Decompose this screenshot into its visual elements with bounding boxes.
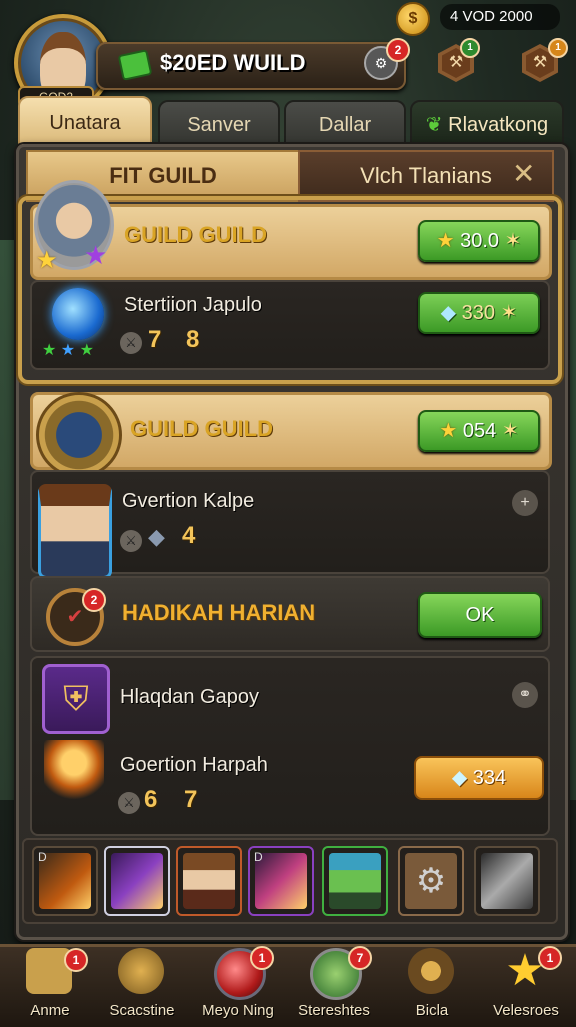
nav-anme-label: Anme (30, 1002, 70, 1019)
item-value-button-4[interactable]: ◆ 334 (414, 756, 544, 800)
gear-icon: ⚙ (405, 853, 457, 909)
item-name-4: Goertion Harpah (120, 754, 268, 776)
stat-icon: ⚔ (118, 792, 140, 814)
scroll-icon (481, 853, 533, 909)
tab-unatara[interactable]: Unatara (18, 96, 152, 150)
slot-4[interactable]: D (248, 846, 314, 916)
hex-badge-left: 1 (460, 38, 480, 58)
quest-ok-button[interactable]: OK (418, 592, 542, 638)
item-value-button-1[interactable]: ◆ 330 ✶ (418, 292, 540, 334)
nav-scacstine[interactable]: Scacstine (100, 946, 184, 1022)
hero-portrait-icon (38, 484, 112, 579)
torch-icon (44, 740, 104, 816)
star-icon: ★ (36, 247, 58, 274)
guild-reward-button-1[interactable]: ★ 30.0 ✶ (418, 220, 540, 262)
star-icon: ★ (439, 420, 463, 442)
slot-7[interactable] (474, 846, 540, 916)
item4-stat-a: 6 (144, 786, 158, 813)
nav-stereshtes-label: Stereshtes (298, 1002, 370, 1019)
nav-scacstine-label: Scacstine (109, 1002, 175, 1019)
slot-5[interactable] (322, 846, 388, 916)
nav-velesroes-label: Velesroes (493, 1002, 559, 1019)
goblin-portrait-icon (329, 853, 381, 909)
timer-badge: 2 (386, 38, 410, 62)
guild-title: $20ED WUILD (160, 50, 306, 75)
crystal-icon: ◆ (451, 767, 473, 789)
nav-velesroes[interactable]: ★ 1 Velesroes (484, 946, 568, 1022)
purple-star-icon: ★ (84, 240, 108, 270)
item1-stat-b: 8 (186, 326, 200, 353)
nav-meyo-ning[interactable]: 1 Meyo Ning (196, 946, 280, 1022)
bow-icon (408, 948, 454, 994)
nav-stereshtes[interactable]: 7 Stereshtes (292, 946, 376, 1022)
crystal-icon: ◆ (440, 302, 462, 324)
nav-velesroes-badge: 1 (538, 946, 562, 970)
sparkle-icon: ✶ (499, 230, 522, 252)
dagger-icon: ◆ (148, 524, 165, 549)
sparkle-icon: ✶ (494, 302, 518, 324)
nav-meyo-ning-label: Meyo Ning (202, 1002, 274, 1019)
nav-bicla-label: Bicla (415, 1002, 449, 1019)
helmet-icon (118, 948, 164, 994)
link-icon[interactable]: ⚭ (512, 682, 538, 708)
guild-reward-1: 30.0 (460, 230, 500, 252)
slot-1-label: D (38, 850, 47, 864)
tab-sanver[interactable]: Sanver (158, 100, 280, 150)
resource-text: 4 VOD 2000 (450, 8, 533, 25)
stat-icon: ⚔ (120, 530, 142, 552)
quest-name: HADIKAH HARIAN (122, 600, 316, 625)
item-name-3: Hlaqdan Gapoy (120, 686, 259, 708)
slot-6[interactable]: ⚙ (398, 846, 464, 916)
gem-stars-icon: ★ ★ ★ (42, 342, 94, 359)
stat-icon: ⚔ (120, 332, 142, 354)
hero-portrait-icon (183, 853, 235, 909)
slot-4-label: D (254, 850, 263, 864)
close-icon[interactable]: ✕ (512, 160, 535, 188)
guild-reward-2: 054 (462, 420, 497, 442)
slot-3[interactable] (176, 846, 242, 916)
tab-rlavatkong-label: Rlavatkong (448, 114, 549, 136)
nav-anme-badge: 1 (64, 948, 88, 972)
item2-stat-b: 4 (182, 522, 196, 549)
nav-meyo-badge: 1 (250, 946, 274, 970)
nav-anme[interactable]: 1 Anme (8, 946, 92, 1022)
nav-stereshtes-badge: 7 (348, 946, 372, 970)
blue-orb-icon (52, 288, 104, 340)
quest-badge: 2 (82, 588, 106, 612)
item-value-1: 330 (461, 302, 495, 324)
sparkle-icon: ✶ (496, 420, 519, 442)
item-value-4: 334 (472, 767, 507, 789)
item1-stat-a: 7 (148, 326, 162, 353)
dragon-icon: ❦ (425, 114, 449, 136)
guild-name-1: GUILD GUILD (124, 222, 267, 247)
guild-name-2: GUILD GUILD (130, 416, 273, 441)
hex-badge-right: 1 (548, 38, 568, 58)
item-name-1: Stertiion Japulo (124, 294, 262, 316)
item-name-2: Gvertion Kalpe (122, 490, 255, 512)
gold-coin-icon: $ (396, 2, 430, 36)
tab-dallar[interactable]: Dallar (284, 100, 406, 150)
guild-reward-button-2[interactable]: ★ 054 ✶ (418, 410, 540, 452)
shield-icon: ⛨ (42, 664, 110, 734)
add-icon[interactable]: + (512, 490, 538, 516)
nav-bicla[interactable]: Bicla (390, 946, 474, 1022)
tab-rlavatkong[interactable]: ❦ Rlavatkong (410, 100, 564, 150)
item4-stat-b: 7 (184, 786, 198, 813)
guild-emblem-2-icon (36, 392, 122, 478)
magic-staff-icon (111, 853, 163, 909)
slot-2[interactable] (104, 846, 170, 916)
star-icon: ★ (436, 230, 461, 252)
slot-1[interactable]: D (32, 846, 98, 916)
